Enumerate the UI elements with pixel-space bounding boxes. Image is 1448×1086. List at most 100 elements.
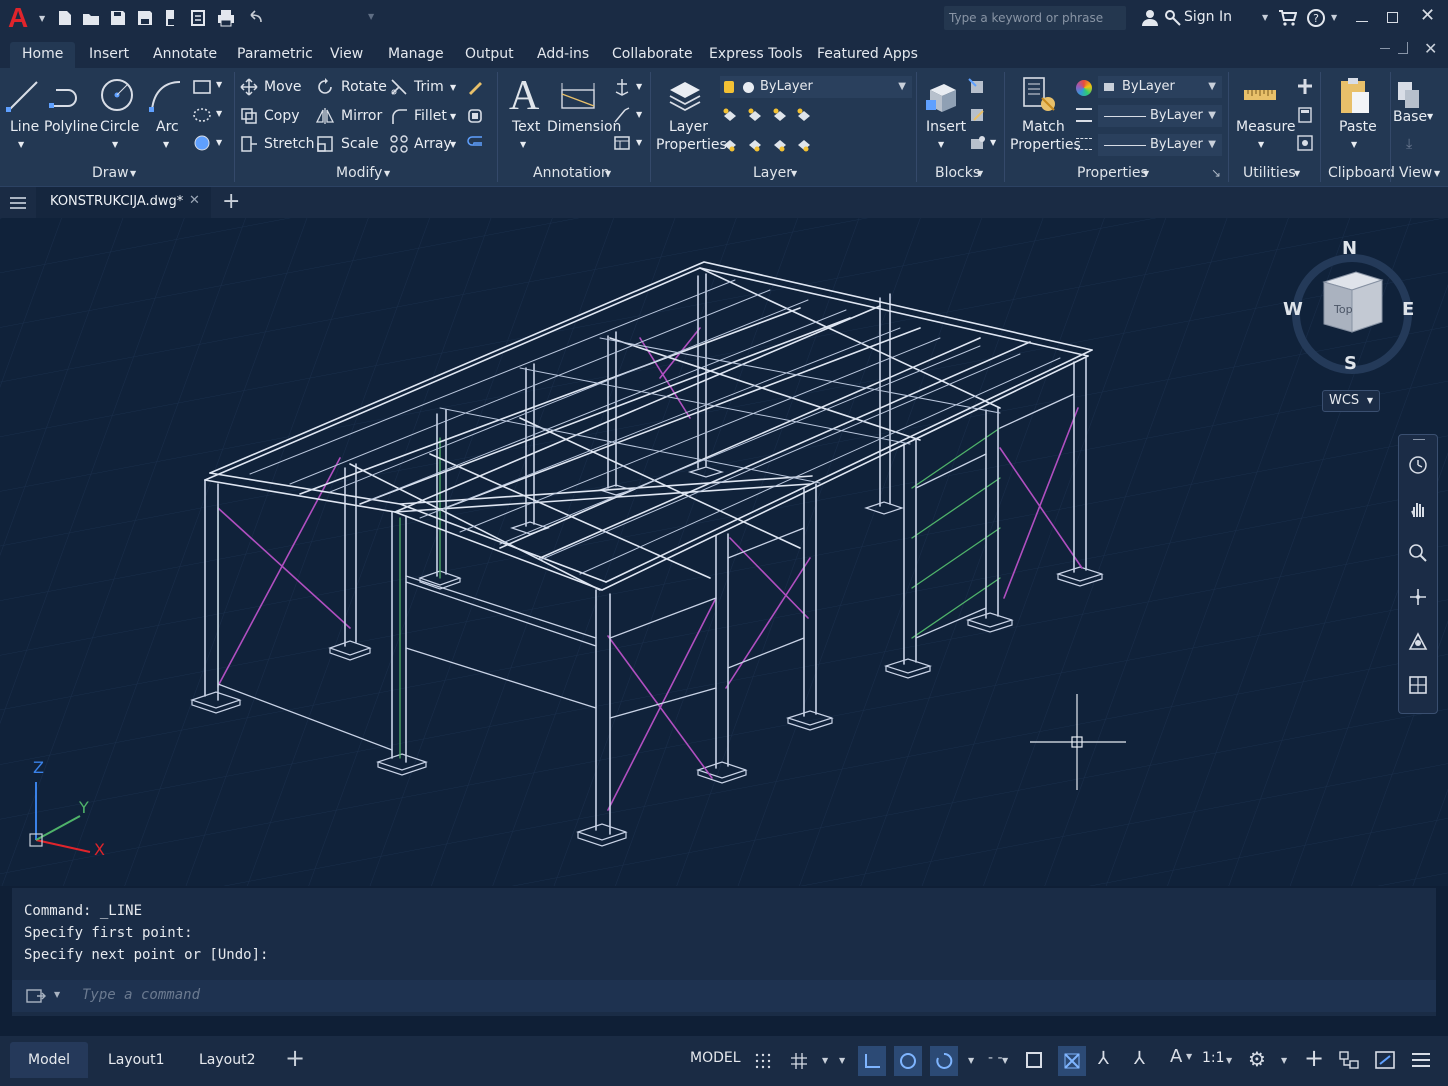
multileader-chevron-icon[interactable]: ▼ <box>636 110 642 119</box>
annotation-panel-chevron-icon[interactable]: ▼ <box>605 169 611 178</box>
layer-properties-label-2[interactable]: Properties <box>656 137 727 153</box>
create-block-icon[interactable] <box>968 78 986 96</box>
mirror-icon[interactable] <box>316 107 334 125</box>
recent-commands-chevron-icon[interactable]: ▼ <box>54 990 60 999</box>
line-chevron-icon[interactable]: ▼ <box>18 140 24 149</box>
hatch-chevron-icon[interactable]: ▼ <box>216 109 222 118</box>
explode-icon[interactable] <box>466 107 484 125</box>
model-space-toggle[interactable]: MODEL <box>690 1050 741 1066</box>
tab-parametric[interactable]: Parametric <box>225 42 325 68</box>
linetype-icon[interactable] <box>1076 138 1092 150</box>
object-snap-icon[interactable] <box>1026 1052 1042 1068</box>
edit-block-icon[interactable] <box>968 106 986 124</box>
base-view-icon[interactable] <box>1396 80 1422 110</box>
sign-in-chevron-icon[interactable]: ▼ <box>1262 13 1268 22</box>
drawing-viewport[interactable]: Z Y X N S E W Top WCS ▼ <box>0 218 1448 886</box>
tab-express-tools[interactable]: Express Tools <box>697 42 815 68</box>
view-panel-title[interactable]: View <box>1399 165 1432 181</box>
paste-icon[interactable] <box>1338 76 1372 116</box>
snap-mode-icon[interactable] <box>790 1052 808 1070</box>
steering-wheel-icon[interactable] <box>1408 455 1428 475</box>
trim-icon[interactable] <box>390 78 408 96</box>
dimension-button[interactable]: Dimension <box>547 119 621 135</box>
layer-properties-label-1[interactable]: Layer <box>669 119 708 135</box>
match-properties-label-1[interactable]: Match <box>1022 119 1065 135</box>
maximize-icon[interactable] <box>1387 12 1398 23</box>
table-chevron-icon[interactable]: ▼ <box>636 138 642 147</box>
tab-annotate[interactable]: Annotate <box>141 42 229 68</box>
file-tabs-menu-icon[interactable] <box>10 197 26 209</box>
measure-chevron-icon[interactable]: ▼ <box>1258 140 1264 149</box>
zoom-icon[interactable] <box>1408 543 1428 563</box>
text-icon[interactable]: A <box>509 72 539 120</box>
open-folder-icon[interactable] <box>82 9 100 27</box>
tab-output[interactable]: Output <box>453 42 526 68</box>
gear-icon[interactable]: ⚙ <box>1248 1047 1266 1071</box>
erase-icon[interactable] <box>466 78 484 96</box>
layer-panel-title[interactable]: Layer <box>753 165 792 181</box>
ucs-menu[interactable]: WCS ▼ <box>1322 390 1380 412</box>
osnap-chevron-icon[interactable]: ▼ <box>1002 1056 1008 1065</box>
utilities-panel-title[interactable]: Utilities <box>1243 165 1296 181</box>
lineweight-icon[interactable] <box>1076 108 1092 122</box>
minimize-icon[interactable] <box>1356 8 1368 22</box>
quick-select-icon[interactable] <box>1296 78 1314 96</box>
arc-button[interactable]: Arc <box>156 119 179 135</box>
layout-tab-layout2[interactable]: Layout2 <box>181 1042 274 1078</box>
workspace-chevron-icon[interactable]: ▼ <box>1281 1056 1287 1065</box>
circle-button[interactable]: Circle <box>100 119 139 135</box>
view-extra-icon[interactable]: ⤓ <box>1406 136 1412 152</box>
orbit-icon[interactable] <box>1408 587 1428 607</box>
draw-panel-chevron-icon[interactable]: ▼ <box>130 169 136 178</box>
insert-block-icon[interactable] <box>924 78 960 114</box>
app-logo-icon[interactable]: A <box>8 2 38 34</box>
polar-toggle[interactable] <box>894 1046 922 1076</box>
multileader-icon[interactable] <box>613 106 631 124</box>
rectangle-icon[interactable] <box>192 78 212 96</box>
copy-button[interactable]: Copy <box>264 108 300 124</box>
print-icon[interactable] <box>217 9 235 27</box>
paste-chevron-icon[interactable]: ▼ <box>1351 140 1357 149</box>
dimension-icon[interactable] <box>558 80 598 114</box>
blocks-panel-chevron-icon[interactable]: ▼ <box>977 169 983 178</box>
save-as-icon[interactable] <box>136 9 154 27</box>
pan-icon[interactable] <box>1408 499 1428 519</box>
compass-north-label[interactable]: N <box>1342 238 1357 259</box>
measure-icon[interactable] <box>1242 82 1278 106</box>
fillet-button[interactable]: Fillet <box>414 108 447 124</box>
publish-icon[interactable] <box>162 9 180 27</box>
color-wheel-icon[interactable] <box>1076 80 1092 96</box>
tab-home[interactable]: Home <box>10 42 76 68</box>
gradient-icon[interactable] <box>192 134 212 152</box>
stretch-button[interactable]: Stretch <box>264 136 315 152</box>
object-snap-tracking-icon[interactable]: - - <box>988 1050 1003 1066</box>
tab-manage[interactable]: Manage <box>376 42 456 68</box>
mirror-button[interactable]: Mirror <box>341 108 382 124</box>
sign-in-link[interactable]: Sign In <box>1184 9 1232 25</box>
id-point-icon[interactable] <box>1296 134 1314 152</box>
viewport-layout-icon[interactable] <box>1408 675 1428 695</box>
compass-south-label[interactable]: S <box>1344 353 1357 374</box>
leader-chevron-icon[interactable]: ▼ <box>636 82 642 91</box>
dynamic-input-icon[interactable]: ⅄ <box>1098 1048 1109 1069</box>
text-chevron-icon[interactable]: ▼ <box>520 140 526 149</box>
customization-menu-icon[interactable] <box>1410 1050 1432 1070</box>
undo-dropdown-icon[interactable]: ▼ <box>368 12 374 21</box>
ribbon-float-icon[interactable] <box>1398 42 1408 54</box>
circle-chevron-icon[interactable]: ▼ <box>112 140 118 149</box>
lineweight-toggle[interactable] <box>1058 1046 1086 1076</box>
file-tab[interactable]: KONSTRUKCIJA.dwg* ✕ <box>36 187 211 218</box>
new-file-icon[interactable] <box>56 9 74 27</box>
isodraft-toggle[interactable] <box>930 1046 958 1076</box>
layer-panel-chevron-icon[interactable]: ▼ <box>791 169 797 178</box>
command-input[interactable]: Type a command <box>82 987 200 1003</box>
fillet-chevron-icon[interactable]: ▼ <box>450 112 456 121</box>
base-chevron-icon[interactable]: ▼ <box>1427 112 1433 121</box>
tab-collaborate[interactable]: Collaborate <box>600 42 705 68</box>
view-panel-chevron-icon[interactable]: ▼ <box>1434 169 1440 178</box>
polyline-button[interactable]: Polyline <box>44 119 98 135</box>
annotation-scale-chevron-icon[interactable]: ▼ <box>1186 1052 1192 1061</box>
modify-panel-chevron-icon[interactable]: ▼ <box>384 169 390 178</box>
layer-tools-row-1[interactable] <box>720 106 816 124</box>
search-input[interactable]: Type a keyword or phrase <box>944 6 1126 30</box>
